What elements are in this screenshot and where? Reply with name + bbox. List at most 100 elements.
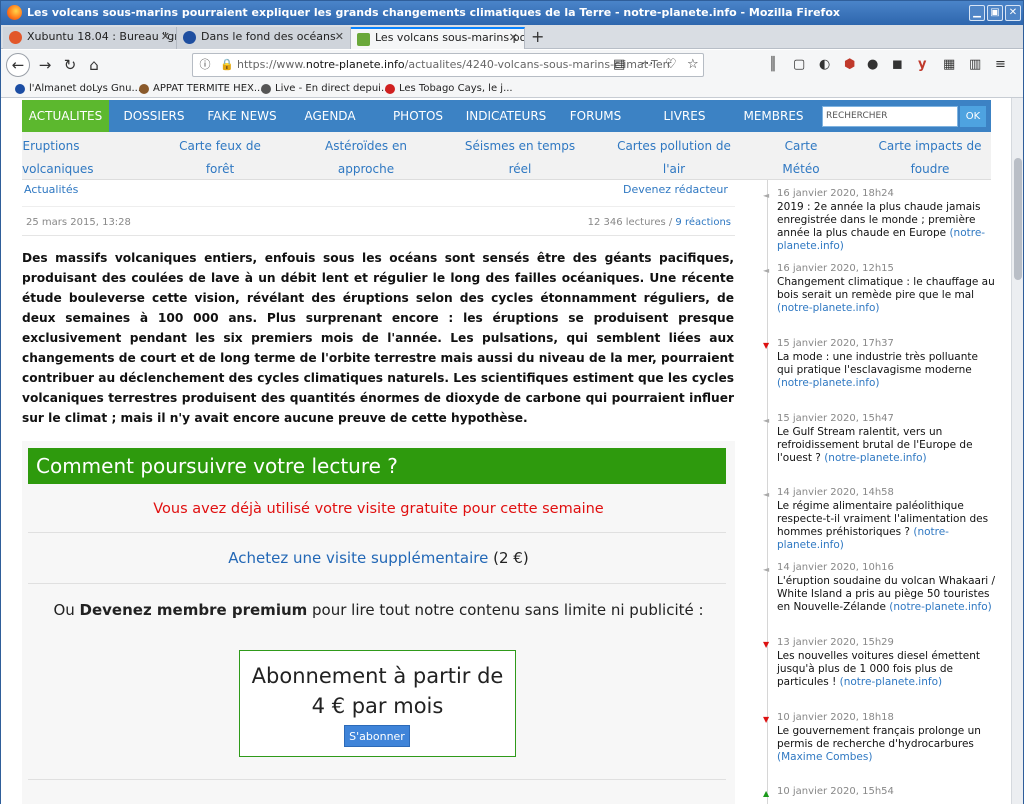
extension-icon[interactable]: ◐ xyxy=(819,57,830,73)
extension-icon[interactable]: ● xyxy=(867,57,878,73)
planet-favicon-icon xyxy=(357,33,370,46)
maximize-button[interactable]: ▣ xyxy=(987,5,1003,21)
link-feux-foret[interactable]: Carte feux de forêt xyxy=(170,135,270,181)
minimize-button[interactable]: ▁ xyxy=(969,5,985,21)
article-stats: 12 346 lectures / 9 réactions xyxy=(587,217,731,228)
nav-actualites[interactable]: ACTUALITES xyxy=(22,100,109,132)
down-marker-icon: ▼ xyxy=(763,715,770,724)
tab-label: Les volcans sous-marins pour xyxy=(375,31,525,44)
buy-visit-link[interactable]: Achetez une visite supplémentaire xyxy=(228,549,488,567)
nav-dossiers[interactable]: DOSSIERS xyxy=(111,100,197,132)
down-marker-icon: ▼ xyxy=(763,640,770,649)
news-source-link[interactable]: (notre-planete.info) xyxy=(889,601,991,613)
url-domain: notre-planete.info xyxy=(305,58,405,71)
tab-xubuntu[interactable]: Xubuntu 18.04 : Bureau "gris ✕ xyxy=(3,27,177,49)
news-source-link[interactable]: (Maxime Combes) xyxy=(777,751,872,763)
reader-view-icon[interactable]: ▤ xyxy=(613,57,625,73)
reload-button[interactable]: ↻ xyxy=(58,54,82,76)
url-bar[interactable]: ⓘ 🔒 https://www.notre-planete.info/actuali… xyxy=(192,53,704,77)
back-button[interactable]: ← xyxy=(6,53,30,77)
subscribe-button[interactable]: S'abonner xyxy=(344,725,410,747)
premium-offer-line: Ou Devenez membre premium pour lire tout… xyxy=(53,601,704,619)
neutral-marker-icon: ◄ xyxy=(763,490,770,499)
neutral-marker-icon: ◄ xyxy=(763,416,770,425)
bookmark-item[interactable]: Live - En direct depui... xyxy=(261,81,391,97)
divider xyxy=(28,779,726,780)
paywall-box: Comment poursuivre votre lecture ? Vous … xyxy=(22,441,735,804)
bookmark-favicon-icon xyxy=(15,84,25,94)
browser-window: Les volcans sous-marins pourraient expli… xyxy=(0,0,1024,804)
close-window-button[interactable]: ✕ xyxy=(1005,5,1021,21)
paywall-heading: Comment poursuivre votre lecture ? xyxy=(28,448,726,484)
search-input[interactable]: RECHERCHER xyxy=(822,106,958,127)
news-source-link[interactable]: (notre-planete.info) xyxy=(777,377,879,389)
nav-livres[interactable]: LIVRES xyxy=(640,100,729,132)
library-icon[interactable]: ║ xyxy=(769,57,777,73)
bookmark-star-icon[interactable]: ☆ xyxy=(687,57,699,73)
ublock-icon[interactable]: ⬢ xyxy=(844,57,855,73)
close-tab-icon[interactable]: ✕ xyxy=(335,27,344,47)
bookmark-item[interactable]: Les Tobago Cays, le j... xyxy=(385,81,513,97)
extension-icon[interactable]: ▥ xyxy=(969,57,981,73)
page-scrollbar[interactable] xyxy=(1011,98,1023,804)
lock-icon[interactable]: 🔒 xyxy=(217,54,237,76)
scrollbar-thumb[interactable] xyxy=(1014,158,1022,280)
article-meta: 25 mars 2015, 13:28 12 346 lectures / 9 … xyxy=(22,206,735,236)
link-eruptions[interactable]: Eruptions volcaniques xyxy=(22,135,94,181)
forward-button[interactable]: → xyxy=(33,54,57,76)
news-source-link[interactable]: (notre-planete.info) xyxy=(840,676,942,688)
news-source-link[interactable]: (notre-planete.info) xyxy=(777,302,879,314)
article-intro: Des massifs volcaniques entiers, enfouis… xyxy=(22,251,734,425)
tab-label: Dans le fond des océans xyxy=(201,30,336,43)
youtube-downloader-icon[interactable]: y xyxy=(918,57,926,73)
neutral-marker-icon: ◄ xyxy=(763,565,770,574)
nav-indicateurs[interactable]: INDICATEURS xyxy=(463,100,549,132)
divider xyxy=(28,532,726,533)
extension-icon[interactable]: ◼ xyxy=(892,57,903,73)
tab-volcans[interactable]: Les volcans sous-marins pour ✕ xyxy=(351,27,525,49)
link-asteroides[interactable]: Astéroïdes en approche xyxy=(316,135,416,181)
ubuntu-favicon-icon xyxy=(9,31,22,44)
info-icon[interactable]: ⓘ xyxy=(193,54,217,76)
article-date: 25 mars 2015, 13:28 xyxy=(26,217,131,228)
menu-icon[interactable]: ≡ xyxy=(995,57,1006,73)
pocket-icon[interactable]: ♡ xyxy=(665,57,677,73)
page-actions-button[interactable]: ··· xyxy=(641,57,653,73)
search-ok-button[interactable]: OK xyxy=(960,106,986,127)
bookmark-favicon-icon xyxy=(261,84,271,94)
link-foudre[interactable]: Carte impacts de foudre xyxy=(874,135,986,181)
bookmark-item[interactable]: APPAT TERMITE HEX... xyxy=(139,81,263,97)
new-tab-button[interactable]: + xyxy=(531,27,544,47)
nav-agenda[interactable]: AGENDA xyxy=(287,100,373,132)
link-meteo[interactable]: Carte Météo xyxy=(776,135,826,181)
premium-member-label: Devenez membre premium xyxy=(79,601,308,619)
nav-fake-news[interactable]: FAKE NEWS xyxy=(199,100,285,132)
news-source-link[interactable]: (notre-planete.info) xyxy=(824,452,926,464)
neutral-marker-icon: ◄ xyxy=(763,266,770,275)
buy-visit-line: Achetez une visite supplémentaire (2 €) xyxy=(228,549,529,567)
up-marker-icon: ▲ xyxy=(763,789,770,798)
bookmark-favicon-icon xyxy=(139,84,149,94)
bookmark-item[interactable]: l'Almanet doLys Gnu... xyxy=(15,81,141,97)
home-button[interactable]: ⌂ xyxy=(82,54,106,76)
become-writer-link[interactable]: Devenez rédacteur xyxy=(623,183,728,196)
link-pollution[interactable]: Cartes pollution de l'air xyxy=(614,135,734,181)
reactions-link[interactable]: 9 réactions xyxy=(675,217,731,228)
nav-forums[interactable]: FORUMS xyxy=(551,100,640,132)
tab-strip: Xubuntu 18.04 : Bureau "gris ✕ Dans le f… xyxy=(1,25,1023,49)
breadcrumb[interactable]: Actualités xyxy=(24,183,78,196)
nav-photos[interactable]: PHOTOS xyxy=(375,100,461,132)
extension-icon[interactable]: ▦ xyxy=(943,57,955,73)
sidebar-icon[interactable]: ▢ xyxy=(793,57,805,73)
nav-membres[interactable]: MEMBRES xyxy=(729,100,818,132)
subscription-price: Abonnement à partir de 4 € par mois xyxy=(251,664,504,718)
bookmarks-toolbar: l'Almanet doLys Gnu... APPAT TERMITE HEX… xyxy=(1,80,1023,98)
close-tab-icon[interactable]: ✕ xyxy=(161,27,170,47)
neutral-marker-icon: ◄ xyxy=(763,191,770,200)
free-visit-used-notice: Vous avez déjà utilisé votre visite grat… xyxy=(153,501,604,517)
tab-fond-oceans[interactable]: Dans le fond des océans ✕ xyxy=(177,27,351,49)
close-tab-icon[interactable]: ✕ xyxy=(509,29,518,47)
quick-links-bar: Eruptions volcaniques Carte feux de forêt … xyxy=(22,132,991,180)
link-seismes[interactable]: Séismes en temps réel xyxy=(462,135,578,181)
main-navigation: ACTUALITES DOSSIERS FAKE NEWS AGENDA PHO… xyxy=(22,100,991,132)
